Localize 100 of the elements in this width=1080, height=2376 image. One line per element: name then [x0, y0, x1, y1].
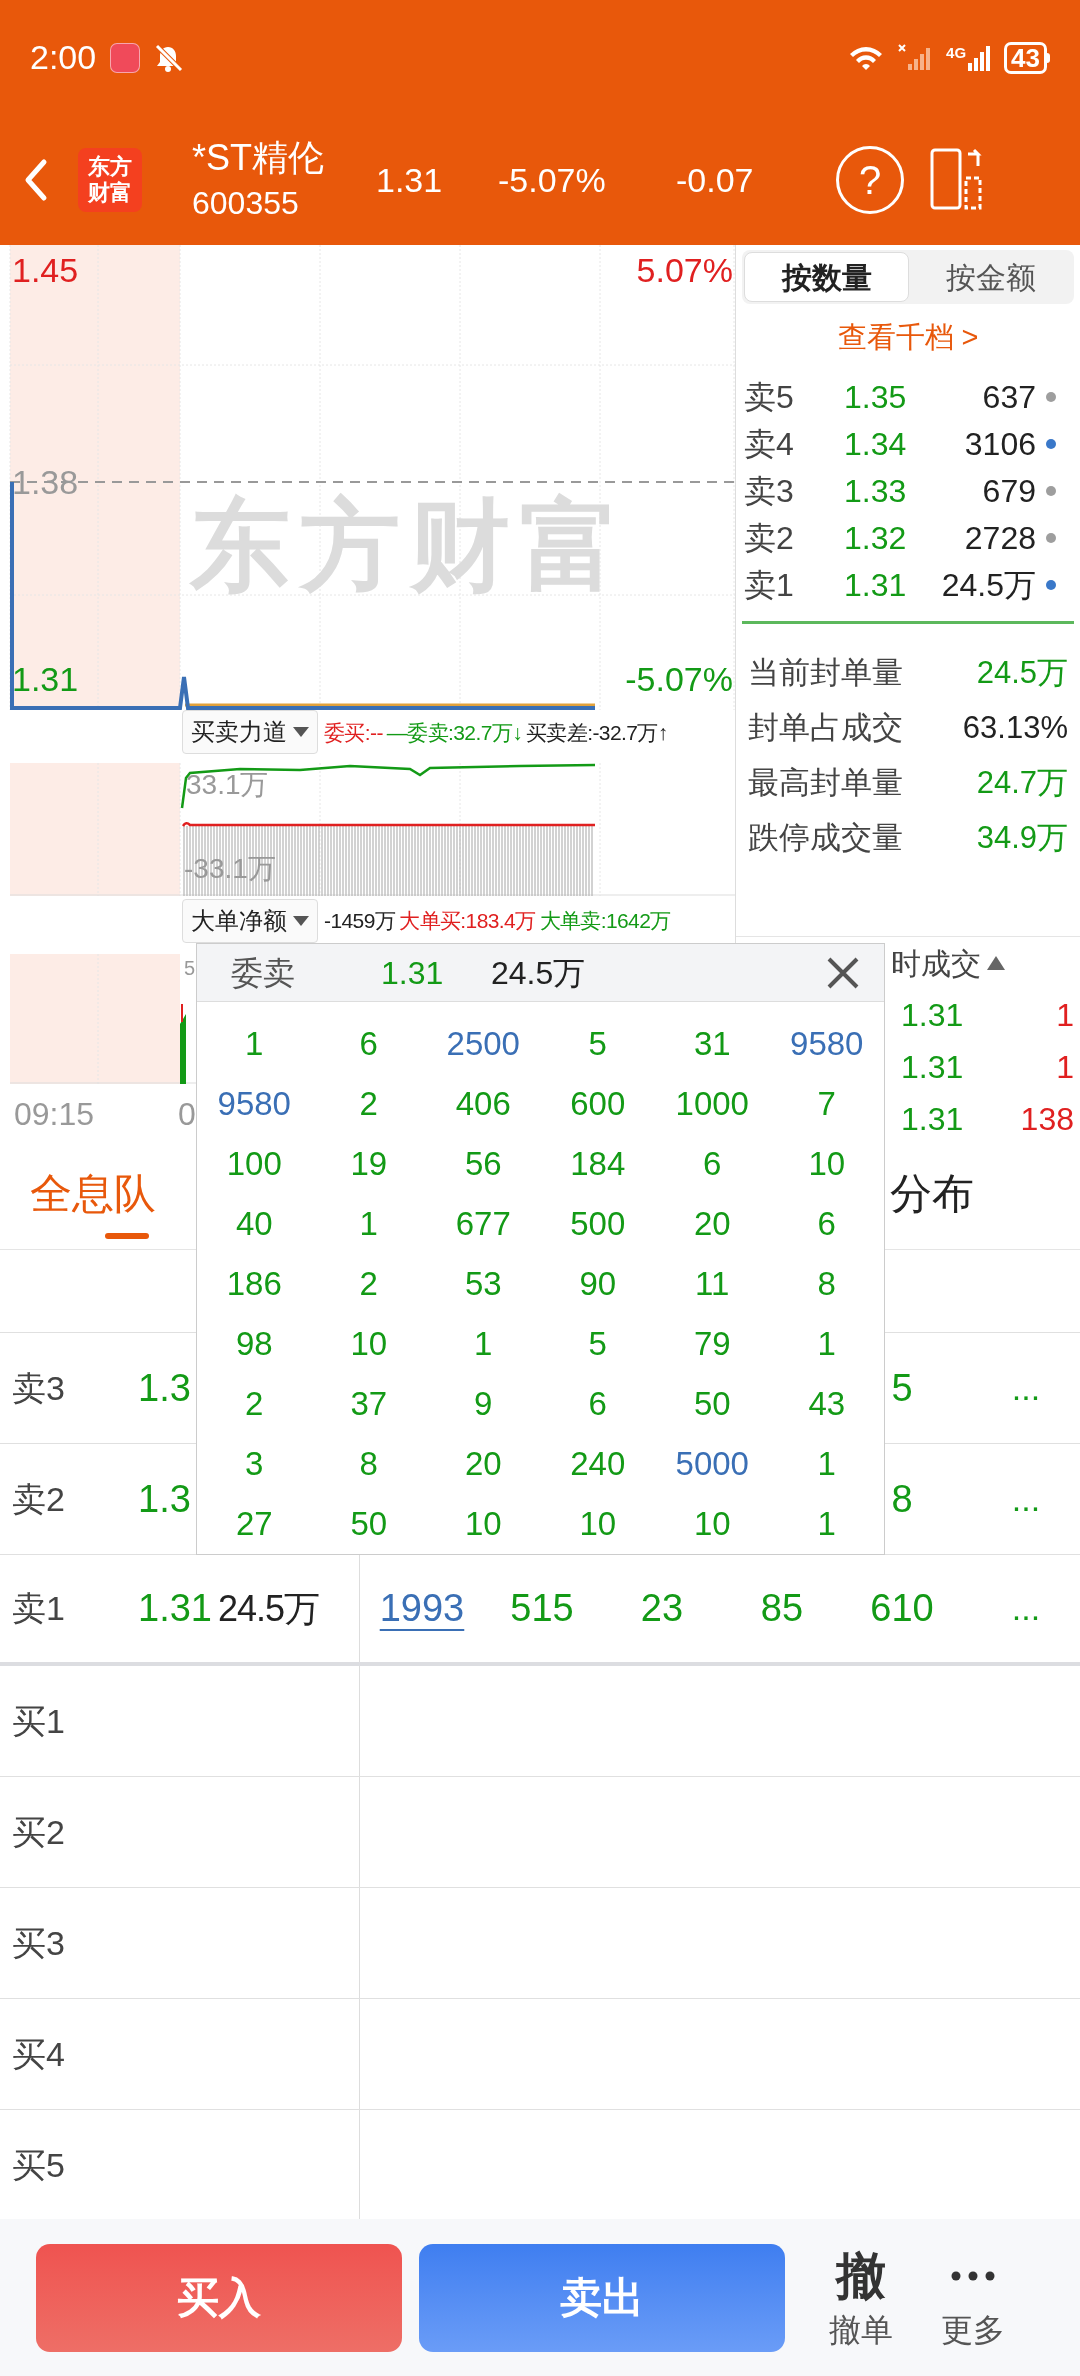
order-size: 56: [463, 1144, 503, 1185]
queue-order[interactable]: 515: [510, 1580, 574, 1637]
order-size: 1: [816, 1444, 837, 1485]
order-size: 5: [587, 1024, 608, 1065]
cancel-order-button[interactable]: 撤 撤单: [829, 2243, 893, 2352]
bell-off-icon: [154, 42, 185, 73]
order-size: 184: [569, 1144, 627, 1185]
more-orders[interactable]: ...: [1011, 1583, 1041, 1634]
queue-level-label: 买3: [12, 1922, 65, 1964]
queue-tab[interactable]: 分布: [890, 1155, 974, 1239]
ask-level-label: 卖4: [744, 425, 795, 465]
battery-level: 43: [1004, 41, 1047, 74]
depth-tab[interactable]: 按金额: [909, 252, 1072, 303]
last-price: 1.31: [376, 159, 444, 201]
order-size: 20: [463, 1444, 503, 1485]
buy-button[interactable]: 买入: [36, 2243, 402, 2352]
ask-level-label: 卖3: [744, 472, 795, 512]
order-size: 5: [587, 1324, 608, 1365]
queue-level-label: 买5: [12, 2144, 65, 2186]
ask-price: 1.31: [844, 566, 908, 606]
stat-value: 24.7万: [976, 764, 1068, 803]
queue-order[interactable]: 5: [891, 1359, 913, 1417]
queue-order[interactable]: 8: [891, 1470, 913, 1528]
order-size: 1000: [674, 1084, 750, 1125]
stat-value: 24.5万: [976, 654, 1068, 693]
order-size: 90: [578, 1264, 618, 1305]
popup-title: 委卖: [231, 953, 296, 993]
order-size: 2: [358, 1084, 379, 1125]
ask-level-label: 卖1: [744, 566, 795, 606]
queue-level-label: 卖1: [12, 1588, 66, 1629]
ask-level-label: 卖2: [744, 519, 795, 559]
time-label: 0: [178, 1095, 196, 1135]
order-size: 43: [807, 1384, 847, 1425]
queue-level-label: 卖2: [12, 1478, 66, 1520]
order-size: 31: [692, 1024, 732, 1065]
indicator-value: 买卖差:-32.7万↑: [526, 719, 668, 746]
order-size: 9580: [789, 1024, 865, 1065]
stat-label: 封单占成交: [748, 709, 903, 748]
more-button[interactable]: 更多: [941, 2243, 1005, 2352]
axis-label: -33.1万: [184, 855, 276, 884]
trade-volume: 1: [1055, 1048, 1074, 1087]
app-icon: [110, 42, 141, 73]
high-price-label: 1.45: [12, 253, 79, 287]
depth-tab[interactable]: 按数量: [744, 252, 909, 303]
change-percent: -5.07%: [498, 159, 607, 201]
stock-name: *ST精伦: [192, 136, 325, 180]
order-size: 6: [587, 1384, 608, 1425]
order-size: 1: [816, 1504, 837, 1545]
more-icon: [951, 2270, 995, 2281]
order-size: 7: [816, 1084, 837, 1125]
trades-title: 时成交: [891, 945, 981, 982]
queue-tab[interactable]: 全息队: [30, 1155, 156, 1239]
depth-link[interactable]: 查看千档 >: [837, 316, 979, 360]
queue-price: 1.31: [138, 1586, 212, 1631]
logo-text: 东方: [88, 154, 132, 180]
queue-price: 1.3: [138, 1476, 191, 1522]
order-size: 19: [349, 1144, 389, 1185]
order-size: 10: [692, 1504, 732, 1545]
price-change: -0.07: [676, 159, 755, 201]
order-size: 3: [244, 1444, 265, 1485]
sell-button[interactable]: 卖出: [419, 2243, 785, 2352]
order-size: 1: [244, 1024, 265, 1065]
queue-order[interactable]: 85: [760, 1580, 804, 1637]
order-size: 27: [234, 1504, 274, 1545]
indicator-dropdown[interactable]: 买卖力道: [182, 710, 318, 755]
order-size: 8: [358, 1444, 379, 1485]
queue-order[interactable]: 23: [640, 1580, 684, 1637]
high-percent-label: 5.07%: [636, 253, 733, 287]
order-size: 6: [816, 1204, 837, 1245]
status-time: 2:00: [30, 37, 97, 78]
indicator-value: 大单卖:1642万: [539, 908, 671, 934]
close-icon[interactable]: [826, 955, 860, 990]
more-orders[interactable]: ...: [1011, 1362, 1041, 1414]
ask-price: 1.35: [844, 378, 908, 418]
order-size: 10: [349, 1324, 389, 1365]
order-size: 2: [244, 1384, 265, 1425]
queue-order[interactable]: 1993: [379, 1580, 465, 1637]
stat-label: 当前封单量: [748, 654, 903, 693]
more-orders[interactable]: ...: [1011, 1473, 1041, 1525]
order-size: 2: [358, 1264, 379, 1305]
order-size: 98: [234, 1324, 274, 1365]
order-size: 1: [473, 1324, 494, 1365]
indicator-value: 委买:--: [324, 719, 383, 746]
order-size: 9580: [216, 1084, 292, 1125]
sort-up-icon[interactable]: [987, 956, 1005, 970]
order-size: 37: [349, 1384, 389, 1425]
indicator-dropdown[interactable]: 大单净额: [182, 898, 318, 943]
queue-order[interactable]: 610: [870, 1580, 934, 1637]
ask-price: 1.33: [844, 472, 908, 512]
order-size: 6: [702, 1144, 723, 1185]
order-size: 10: [807, 1144, 847, 1185]
trade-volume: 1: [1055, 996, 1074, 1035]
queue-volume: 24.5万: [217, 1586, 320, 1631]
help-button[interactable]: ?: [836, 146, 904, 214]
indicator-value: -1459万: [324, 908, 396, 934]
ask-volume: 24.5万: [940, 566, 1036, 606]
layout-switch-icon[interactable]: [930, 148, 984, 212]
order-size: 6: [358, 1024, 379, 1065]
popup-volume: 24.5万: [491, 953, 586, 993]
order-size: 406: [454, 1084, 512, 1125]
